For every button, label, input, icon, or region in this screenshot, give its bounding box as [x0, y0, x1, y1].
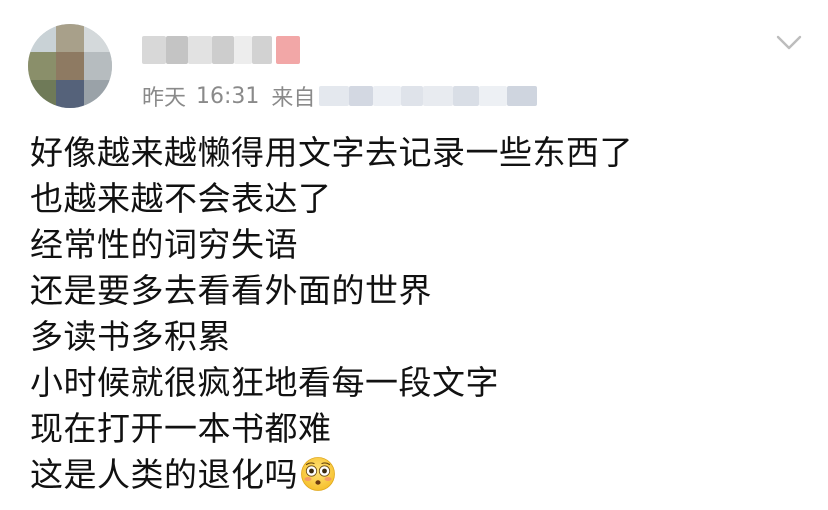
post-text-line: 经常性的词穷失语: [30, 225, 298, 264]
username-blurred[interactable]: [142, 36, 302, 66]
post-day: 昨天: [142, 86, 187, 111]
post-text-line: 小时候就很疯狂地看每一段文字: [30, 363, 499, 402]
post-source-blurred[interactable]: [319, 83, 539, 109]
post-text-line: 多读书多积累: [30, 317, 231, 356]
post-time: 16:31: [196, 83, 260, 109]
avatar[interactable]: [28, 24, 112, 108]
post-content: 好像越来越懒得用文字去记录一些东西了 也越来越不会表达了 经常性的词穷失语 还是…: [30, 130, 810, 498]
post-text-line: 也越来越不会表达了: [30, 179, 332, 218]
post-text-line: 现在打开一本书都难: [30, 409, 332, 448]
post-text-line: 还是要多去看看外面的世界: [30, 271, 432, 310]
post-text-line-last: 这是人类的退化吗: [30, 452, 810, 498]
post-source-label: 来自: [271, 86, 316, 111]
flushed-face-icon: [301, 456, 335, 491]
post-meta: 昨天 16:31 来自: [142, 79, 539, 113]
chevron-down-icon[interactable]: [776, 34, 802, 52]
post-text-line: 好像越来越懒得用文字去记录一些东西了: [30, 133, 633, 172]
post-text-line-text: 这是人类的退化吗: [30, 455, 298, 494]
